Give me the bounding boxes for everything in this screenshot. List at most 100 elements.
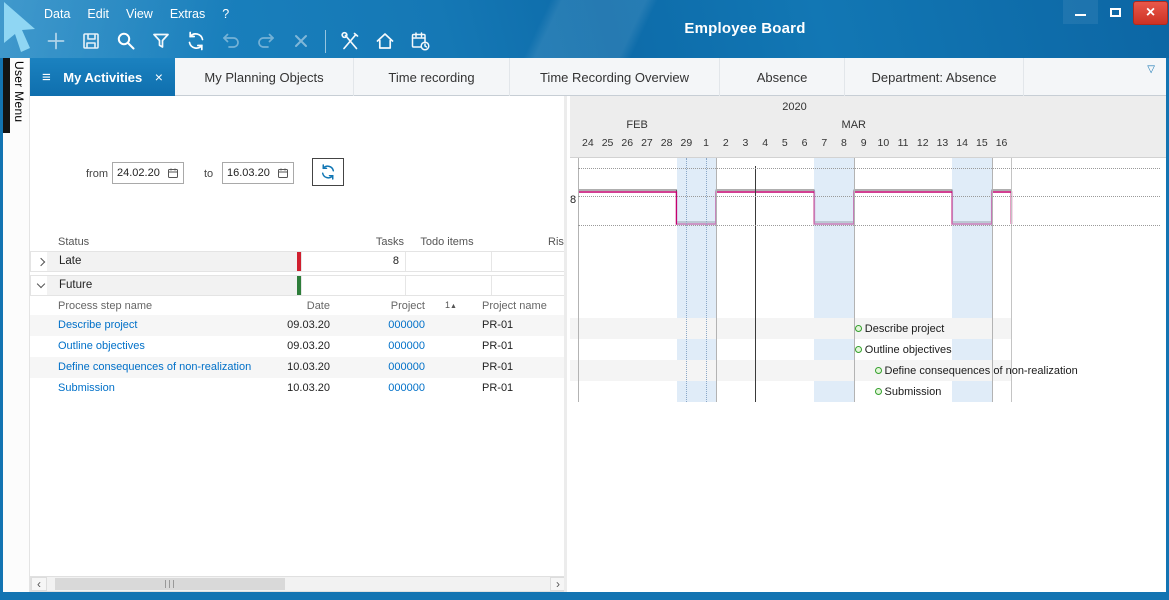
- delete-x-icon: [290, 30, 312, 52]
- tab-absence[interactable]: Absence: [720, 58, 845, 96]
- minimize-button[interactable]: [1063, 0, 1098, 24]
- column-header-todo-items[interactable]: Todo items: [404, 235, 490, 250]
- milestone-icon[interactable]: [875, 388, 882, 395]
- gantt-day-label: 24: [578, 137, 598, 149]
- gantt-day-label: 13: [932, 137, 952, 149]
- menu-extras[interactable]: Extras: [170, 7, 205, 21]
- process-step-link[interactable]: Describe project: [58, 315, 137, 336]
- task-row[interactable]: Describe project 09.03.20 000000 PR-01: [30, 315, 567, 336]
- planning-board-button[interactable]: [404, 26, 436, 56]
- column-header-status[interactable]: Status: [58, 235, 89, 250]
- redo-button[interactable]: [250, 26, 282, 56]
- tools-button[interactable]: [334, 26, 366, 56]
- task-row[interactable]: Define consequences of non-realization 1…: [30, 357, 567, 378]
- project-link[interactable]: 000000: [345, 336, 425, 357]
- gantt-day-label: 26: [617, 137, 637, 149]
- maximize-button[interactable]: [1098, 0, 1133, 24]
- tab-label: My Activities: [63, 70, 142, 85]
- menu-data[interactable]: Data: [44, 7, 70, 21]
- calendar-icon[interactable]: [167, 167, 179, 179]
- project-name-cell: PR-01: [482, 378, 513, 399]
- refresh-icon: [319, 163, 337, 181]
- calendar-icon[interactable]: [277, 167, 289, 179]
- add-button[interactable]: [40, 26, 72, 56]
- process-step-link[interactable]: Submission: [58, 378, 115, 399]
- horizontal-scrollbar[interactable]: ‹ ›: [30, 576, 567, 592]
- capacity-gridline: [578, 225, 1160, 226]
- tasks-cell: 8: [301, 252, 405, 271]
- tab-my-activities[interactable]: ≡ My Activities ×: [30, 58, 175, 96]
- undo-icon: [220, 30, 242, 52]
- gantt-panel: 2020 FEBMAR24252627282912345678910111213…: [570, 96, 1166, 592]
- process-step-link[interactable]: Define consequences of non-realization: [58, 357, 251, 378]
- status-cell: [47, 252, 297, 271]
- tab-label: Absence: [757, 70, 808, 85]
- filter-button[interactable]: [145, 26, 177, 56]
- user-menu-strip[interactable]: User Menu: [3, 58, 30, 592]
- gantt-day-label: 12: [913, 137, 933, 149]
- refresh-button[interactable]: [180, 26, 212, 56]
- close-tab-icon[interactable]: ×: [155, 69, 163, 85]
- group-row-future[interactable]: Future: [30, 275, 567, 296]
- tab-bar: ≡ My Activities × My Planning Objects Ti…: [30, 58, 1166, 96]
- menu-help[interactable]: ?: [222, 7, 229, 21]
- milestone-icon[interactable]: [875, 367, 882, 374]
- week-separator-line: [578, 158, 579, 402]
- column-header-risks[interactable]: Risks: [548, 235, 567, 250]
- date-cell: 09.03.20: [250, 336, 330, 357]
- window-border: [0, 592, 1169, 600]
- to-date-input[interactable]: 16.03.20: [222, 162, 294, 184]
- sort-indicator[interactable]: 1▲: [445, 300, 457, 310]
- tab-label: Time recording: [388, 70, 474, 85]
- gantt-day-label: 16: [992, 137, 1012, 149]
- subcolumn-project-name[interactable]: Project name: [482, 299, 547, 314]
- process-step-link[interactable]: Outline objectives: [58, 336, 145, 357]
- today-line: [755, 166, 756, 402]
- app-window: Data Edit View Extras ? Employee Board ×: [0, 0, 1169, 600]
- scroll-right-button[interactable]: ›: [550, 577, 566, 591]
- column-header-tasks[interactable]: Tasks: [304, 235, 404, 250]
- gantt-day-label: 5: [775, 137, 795, 149]
- project-link[interactable]: 000000: [345, 357, 425, 378]
- collapse-chevron-icon[interactable]: [37, 280, 45, 288]
- apply-date-range-button[interactable]: [312, 158, 344, 186]
- redo-icon: [255, 30, 277, 52]
- gantt-month-label: FEB: [578, 119, 696, 131]
- group-row-late[interactable]: Late 8: [30, 251, 567, 272]
- capacity-gridline: [578, 196, 1160, 197]
- scrollbar-thumb[interactable]: [55, 578, 285, 590]
- undo-button[interactable]: [215, 26, 247, 56]
- menu-view[interactable]: View: [126, 7, 153, 21]
- subcolumn-date[interactable]: Date: [250, 299, 330, 314]
- save-button[interactable]: [75, 26, 107, 56]
- tab-time-recording-overview[interactable]: Time Recording Overview: [510, 58, 720, 96]
- task-row[interactable]: Outline objectives 09.03.20 000000 PR-01: [30, 336, 567, 357]
- milestone-icon[interactable]: [855, 346, 862, 353]
- close-button[interactable]: ×: [1133, 1, 1168, 25]
- home-button[interactable]: [369, 26, 401, 56]
- expand-chevron-icon[interactable]: [37, 258, 45, 266]
- delete-button[interactable]: [285, 26, 317, 56]
- tab-my-planning-objects[interactable]: My Planning Objects: [175, 58, 354, 96]
- sort-asc-icon: ▲: [450, 303, 457, 310]
- milestone-icon[interactable]: [855, 325, 862, 332]
- subcolumn-project[interactable]: Project: [345, 299, 425, 314]
- menu-edit[interactable]: Edit: [87, 7, 109, 21]
- gantt-month-label: MAR: [696, 119, 1011, 131]
- main-toolbar: [40, 25, 436, 57]
- project-link[interactable]: 000000: [345, 378, 425, 399]
- gantt-day-label: 11: [893, 137, 913, 149]
- group-label: Late: [59, 252, 81, 271]
- scroll-left-button[interactable]: ‹: [31, 577, 47, 591]
- milestone-label: Define consequences of non-realization: [885, 364, 1078, 378]
- from-date-input[interactable]: 24.02.20: [112, 162, 184, 184]
- tab-department-absence[interactable]: Department: Absence: [845, 58, 1024, 96]
- month-boundary-dotted-line: [706, 158, 707, 402]
- tab-overflow-chevron[interactable]: ▽: [1147, 64, 1155, 75]
- project-link[interactable]: 000000: [345, 315, 425, 336]
- tab-time-recording[interactable]: Time recording: [354, 58, 510, 96]
- subcolumn-process-step-name[interactable]: Process step name: [58, 299, 152, 314]
- task-row[interactable]: Submission 10.03.20 000000 PR-01: [30, 378, 567, 399]
- tab-menu-icon[interactable]: ≡: [42, 70, 51, 85]
- search-button[interactable]: [110, 26, 142, 56]
